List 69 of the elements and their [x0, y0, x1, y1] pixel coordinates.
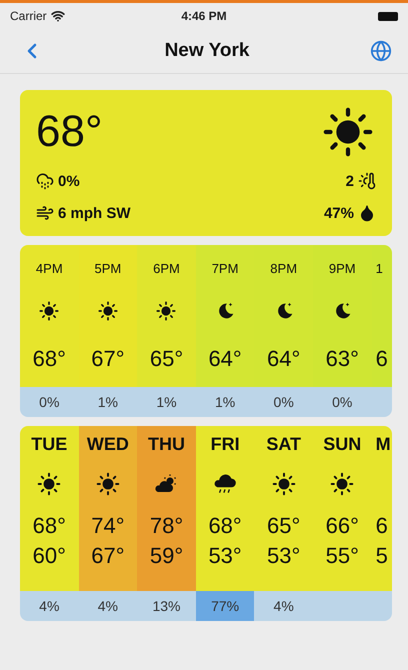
thermometer-sun-icon — [358, 172, 376, 190]
day-precipitation: 4% — [274, 598, 294, 614]
hour-label: 1 — [376, 261, 383, 276]
precipitation-cell — [372, 591, 392, 621]
high-temperature: 66° — [326, 513, 359, 539]
sun-icon — [94, 471, 121, 497]
hour-temperature: 64° — [267, 346, 300, 372]
sun-icon — [36, 471, 62, 497]
wind-value: 6 mph SW — [58, 204, 131, 222]
battery-icon — [378, 12, 398, 20]
hour-temperature: 68° — [32, 346, 66, 372]
wind-icon — [36, 204, 54, 222]
droplet-icon — [358, 204, 376, 222]
humidity-value: 47% — [324, 204, 354, 222]
low-temperature: 53° — [267, 543, 300, 569]
day-label: SAT — [266, 434, 301, 455]
hour-temperature: 6 — [376, 346, 388, 372]
high-temperature: 68° — [32, 513, 66, 539]
day-label: THU — [148, 434, 185, 455]
carrier-label: Carrier — [10, 9, 47, 23]
hour-temperature: 65° — [150, 346, 184, 372]
hour-precipitation: 1% — [156, 394, 177, 410]
globe-icon[interactable] — [370, 40, 392, 62]
day-precipitation: 77% — [211, 598, 240, 614]
low-temperature: 53° — [208, 543, 242, 569]
high-temperature: 78° — [150, 513, 184, 539]
rain-cloud-icon — [36, 172, 54, 190]
hour-precipitation: 0% — [274, 394, 294, 410]
nav-title: New York — [164, 40, 250, 62]
sun-icon — [270, 471, 297, 497]
hour-label: 8PM — [270, 261, 298, 276]
sun-icon — [38, 300, 60, 322]
hour-temperature: 64° — [208, 346, 242, 372]
high-temperature: 65° — [267, 513, 300, 539]
hour-temperature: 67° — [91, 346, 125, 372]
day-precipitation: 13% — [152, 598, 180, 614]
sun-icon — [329, 471, 356, 497]
hour-label: 6PM — [153, 261, 180, 276]
wifi-icon — [50, 9, 65, 23]
day-label: WED — [86, 434, 129, 455]
sun-icon — [155, 300, 178, 322]
day-label: SUN — [323, 434, 362, 455]
hour-label: 9PM — [328, 261, 356, 276]
high-temperature: 6 — [376, 513, 388, 539]
uv-index-value: 2 — [346, 172, 354, 190]
hour-label: 4PM — [36, 261, 63, 276]
current-temperature: 68° — [36, 107, 103, 157]
low-temperature: 55° — [326, 543, 359, 569]
high-temperature: 68° — [208, 513, 242, 539]
hour-precipitation: 1% — [98, 394, 118, 410]
status-time: 4:46 PM — [181, 9, 227, 23]
sun-icon — [96, 300, 119, 322]
day-label: FRI — [210, 434, 240, 455]
hour-precipitation: 1% — [214, 394, 236, 410]
hour-temperature: 63° — [326, 346, 359, 372]
day-precipitation: 4% — [98, 598, 118, 614]
day-precipitation: 4% — [39, 598, 60, 614]
hour-label: 5PM — [94, 261, 122, 276]
day-label: TUE — [31, 434, 68, 455]
day-label: M — [376, 434, 391, 455]
high-temperature: 74° — [91, 513, 125, 539]
low-temperature: 5 — [376, 543, 388, 569]
low-temperature: 67° — [91, 543, 125, 569]
hour-label: 7PM — [212, 261, 238, 276]
hour-precipitation: 0% — [39, 394, 60, 410]
hour-precipitation: 0% — [332, 394, 352, 410]
low-temperature: 60° — [32, 543, 66, 569]
precipitation-value: 0% — [58, 172, 80, 190]
low-temperature: 59° — [150, 543, 184, 569]
